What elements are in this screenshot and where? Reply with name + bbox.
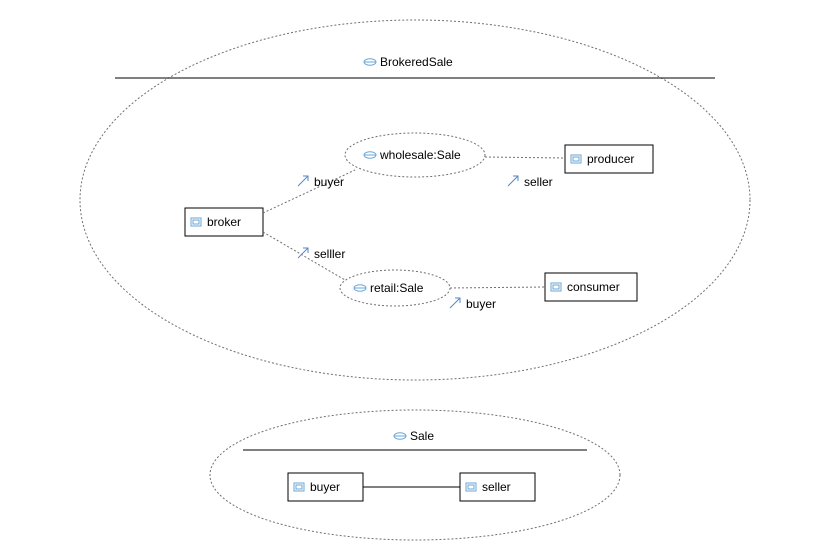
- node-producer: producer: [565, 145, 653, 173]
- node-wholesale: wholesale:Sale: [345, 133, 485, 177]
- collaboration-sale: Sale buyer seller: [210, 410, 620, 540]
- object-icon: [466, 483, 476, 491]
- consumer-label: consumer: [567, 280, 620, 294]
- stereotype-icon: [354, 285, 366, 291]
- stereotype-icon: [394, 433, 406, 439]
- brokeredsale-title: BrokeredSale: [364, 55, 453, 69]
- link-retail-consumer: [450, 287, 545, 288]
- node-consumer: consumer: [545, 273, 637, 301]
- object-icon: [191, 218, 201, 226]
- diagram-canvas: BrokeredSale wholesale:Sale retail:Sale: [0, 0, 832, 547]
- sale-title: Sale: [394, 429, 434, 443]
- object-icon: [551, 283, 561, 291]
- seller-label: seller: [482, 480, 511, 494]
- role-seller-top: seller: [508, 175, 553, 189]
- role-seller-top-text: seller: [524, 175, 553, 189]
- role-buyer-bottom: buyer: [450, 297, 496, 311]
- role-buyer-top: buyer: [298, 175, 344, 189]
- broker-label: broker: [207, 215, 241, 229]
- object-icon: [294, 483, 304, 491]
- stereotype-icon: [364, 59, 376, 65]
- stereotype-icon: [364, 152, 376, 158]
- buyer-label: buyer: [310, 480, 340, 494]
- sale-title-text: Sale: [410, 429, 434, 443]
- role-seller-mid-text: selller: [314, 247, 345, 261]
- retail-label: retail:Sale: [370, 281, 424, 295]
- wholesale-label: wholesale:Sale: [379, 148, 461, 162]
- collaboration-brokeredsale: BrokeredSale wholesale:Sale retail:Sale: [80, 20, 750, 380]
- role-buyer-top-text: buyer: [314, 175, 344, 189]
- role-buyer-bottom-text: buyer: [466, 297, 496, 311]
- node-seller: seller: [460, 473, 535, 501]
- node-broker: broker: [185, 208, 263, 236]
- role-seller-mid: selller: [298, 247, 345, 261]
- node-retail: retail:Sale: [340, 270, 450, 306]
- object-icon: [571, 155, 581, 163]
- node-buyer: buyer: [288, 473, 363, 501]
- producer-label: producer: [587, 152, 634, 166]
- brokeredsale-title-text: BrokeredSale: [380, 55, 453, 69]
- link-wholesale-producer: [485, 157, 565, 158]
- brokeredsale-boundary: [80, 20, 750, 380]
